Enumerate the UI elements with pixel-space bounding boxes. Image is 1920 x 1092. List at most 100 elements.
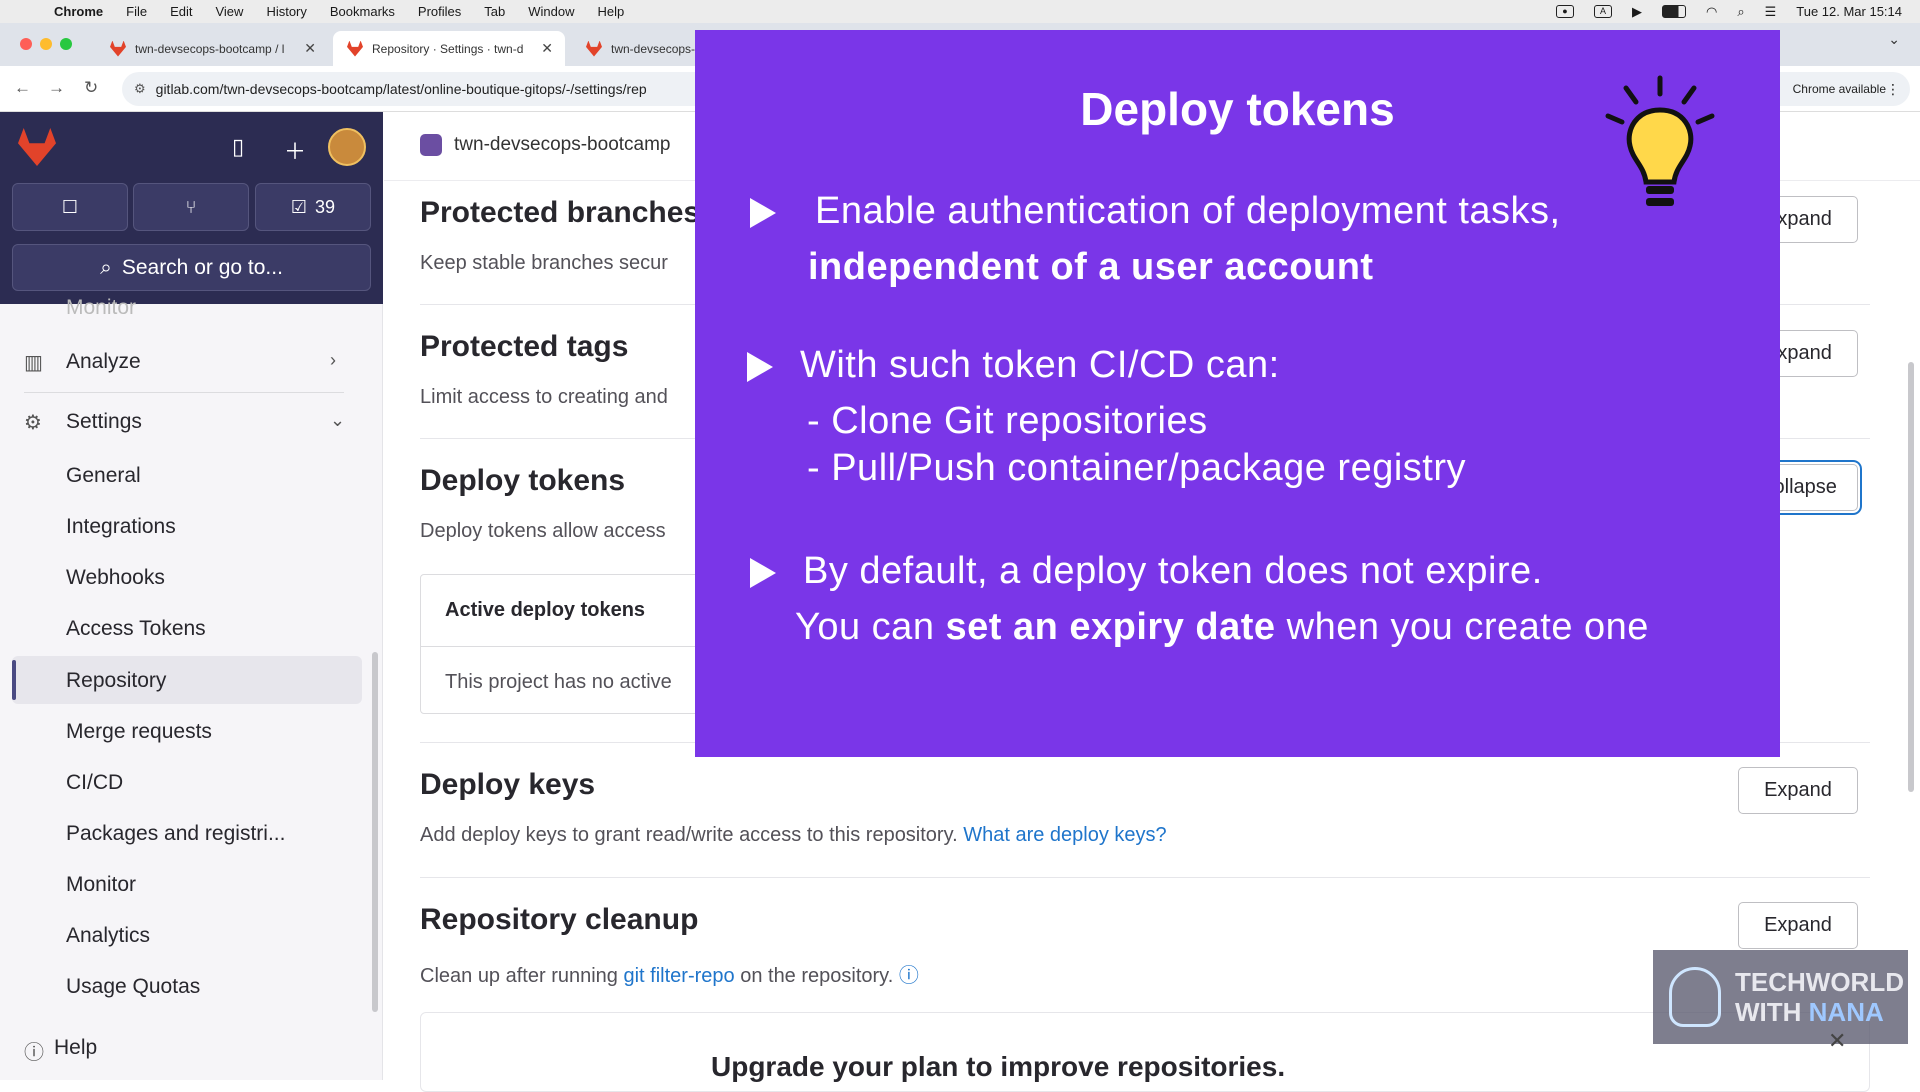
sidebar-item-merge-requests[interactable]: Merge requests bbox=[66, 720, 212, 744]
sidebar-item-webhooks[interactable]: Webhooks bbox=[66, 566, 165, 590]
gitlab-favicon-icon bbox=[586, 40, 602, 57]
desc-text: on the repository. bbox=[740, 965, 894, 987]
section-title-deploy-tokens: Deploy tokens bbox=[420, 464, 626, 497]
menu-help[interactable]: Help bbox=[598, 4, 625, 19]
merge-requests-button[interactable]: ⑂ bbox=[133, 183, 249, 231]
control-center-icon[interactable]: ☰ bbox=[1765, 4, 1777, 20]
sidebar-item-usage-quotas[interactable]: Usage Quotas bbox=[66, 975, 200, 999]
breadcrumb[interactable]: twn-devsecops-bootcamp bbox=[420, 134, 671, 156]
screen-record-icon[interactable]: ● bbox=[1555, 5, 1574, 18]
close-tab-icon[interactable]: ✕ bbox=[541, 40, 553, 57]
todos-button[interactable]: ☑ 39 bbox=[255, 183, 371, 231]
sidebar-item-monitor-faded: Monitor bbox=[66, 296, 137, 319]
menu-bookmarks[interactable]: Bookmarks bbox=[330, 4, 395, 19]
watermark-with: WITH bbox=[1735, 997, 1802, 1027]
bullet-triangle-icon bbox=[747, 352, 773, 382]
bullet-2-line-1: With such token CI/CD can: bbox=[800, 344, 1280, 386]
chrome-menu-icon[interactable]: ⋮ bbox=[1886, 81, 1900, 98]
chart-icon: ▥ bbox=[24, 352, 43, 374]
text-fragment: You can bbox=[795, 606, 935, 648]
git-filter-repo-link[interactable]: git filter-repo bbox=[623, 965, 734, 987]
macos-menubar: Chrome File Edit View History Bookmarks … bbox=[0, 0, 1920, 23]
menu-tab[interactable]: Tab bbox=[484, 4, 505, 19]
tab-title: Repository · Settings · twn-d bbox=[372, 41, 524, 56]
section-desc: Deploy tokens allow access bbox=[420, 520, 666, 542]
upgrade-title: Upgrade your plan to improve repositorie… bbox=[711, 1051, 1286, 1082]
expand-repository-cleanup-button[interactable]: Expand bbox=[1738, 902, 1858, 949]
zoom-window-button[interactable] bbox=[60, 38, 72, 50]
issues-icon: ☐ bbox=[61, 196, 79, 217]
techworld-with-nana-watermark: TECHWORLD WITH NANA bbox=[1653, 950, 1908, 1044]
chrome-update-label[interactable]: Chrome available bbox=[1793, 82, 1886, 96]
forward-arrow-icon[interactable]: → bbox=[48, 78, 65, 98]
menu-app-chrome[interactable]: Chrome bbox=[54, 4, 103, 19]
sidebar-item-access-tokens[interactable]: Access Tokens bbox=[66, 617, 206, 641]
play-icon[interactable]: ▶ bbox=[1632, 4, 1642, 20]
sidebar-item-repository[interactable]: Repository bbox=[66, 669, 166, 693]
browser-tab-active[interactable]: Repository · Settings · twn-d ✕ bbox=[333, 31, 565, 66]
menu-view[interactable]: View bbox=[215, 4, 243, 19]
menu-file[interactable]: File bbox=[126, 4, 147, 19]
sidebar-item-label: Help bbox=[54, 1036, 98, 1059]
menu-profiles[interactable]: Profiles bbox=[418, 4, 461, 19]
battery-icon[interactable] bbox=[1661, 5, 1686, 18]
sidebar-help[interactable]: ⓘ Help bbox=[0, 1036, 383, 1076]
bullet-2-item-2: - Pull/Push container/package registry bbox=[807, 447, 1466, 489]
sidebar-item-settings[interactable]: ⚙ Settings ⌄ bbox=[0, 410, 383, 450]
main-scrollbar[interactable] bbox=[1908, 362, 1914, 792]
browser-tab[interactable]: twn-devsecops-bootcamp / l ✕ bbox=[96, 31, 328, 66]
close-tab-icon[interactable]: ✕ bbox=[304, 40, 316, 57]
wifi-icon[interactable]: ◠ bbox=[1706, 4, 1717, 20]
tutorial-overlay: Deploy tokens Enable authentication of d… bbox=[695, 30, 1780, 757]
tab-title: twn-devsecops-bootcamp / l bbox=[135, 41, 285, 56]
what-are-deploy-keys-link[interactable]: What are deploy keys? bbox=[963, 824, 1166, 846]
spotlight-icon[interactable]: ⌕ bbox=[1737, 4, 1744, 20]
tab-title: twn-devsecops- bbox=[611, 41, 696, 56]
sidebar-item-integrations[interactable]: Integrations bbox=[66, 515, 176, 539]
section-title-protected-branches: Protected branches bbox=[420, 196, 701, 229]
gitlab-logo-icon[interactable] bbox=[18, 128, 56, 166]
bullet-2-item-1: - Clone Git repositories bbox=[807, 400, 1208, 442]
minimize-window-button[interactable] bbox=[40, 38, 52, 50]
desc-text: Clean up after running bbox=[420, 965, 618, 987]
gitlab-sidebar: ▯ ＋ ☐ ⑂ ☑ 39 ⌕ Search or go to... Monitor … bbox=[0, 112, 383, 1080]
create-new-icon[interactable]: ＋ bbox=[284, 134, 306, 166]
sidebar-item-cicd[interactable]: CI/CD bbox=[66, 771, 123, 795]
section-title-protected-tags: Protected tags bbox=[420, 330, 629, 363]
sidebar-item-general[interactable]: General bbox=[66, 464, 141, 488]
desc-text: Add deploy keys to grant read/write acce… bbox=[420, 824, 958, 846]
search-icon: ⌕ bbox=[100, 255, 112, 279]
active-item-highlight bbox=[12, 656, 362, 704]
search-button[interactable]: ⌕ Search or go to... bbox=[12, 244, 371, 291]
sidebar-item-monitor[interactable]: Monitor bbox=[66, 873, 136, 897]
toggle-sidebar-icon[interactable]: ▯ bbox=[232, 134, 244, 160]
back-arrow-icon[interactable]: ← bbox=[14, 78, 31, 98]
menu-edit[interactable]: Edit bbox=[170, 4, 192, 19]
sidebar-item-analyze[interactable]: ▥ Analyze › bbox=[0, 350, 383, 390]
card-body: This project has no active bbox=[445, 671, 672, 693]
sidebar-item-analytics[interactable]: Analytics bbox=[66, 924, 150, 948]
expand-deploy-keys-button[interactable]: Expand bbox=[1738, 767, 1858, 814]
avatar[interactable] bbox=[328, 128, 366, 166]
close-window-button[interactable] bbox=[20, 38, 32, 50]
bullet-triangle-icon bbox=[750, 198, 776, 228]
menu-history[interactable]: History bbox=[266, 4, 306, 19]
issues-button[interactable]: ☐ bbox=[12, 183, 128, 231]
sidebar-scrollbar[interactable] bbox=[372, 652, 378, 1012]
site-settings-icon[interactable]: ⚙ bbox=[134, 81, 146, 97]
sidebar-item-packages[interactable]: Packages and registri... bbox=[66, 822, 285, 846]
tab-search-chevron-icon[interactable]: ⌄ bbox=[1888, 31, 1900, 48]
reload-icon[interactable]: ↻ bbox=[84, 78, 98, 98]
close-icon[interactable]: ✕ bbox=[1828, 1028, 1846, 1054]
card-title: Active deploy tokens bbox=[445, 599, 646, 621]
section-title-deploy-keys: Deploy keys bbox=[420, 768, 596, 801]
help-circle-icon[interactable]: ⓘ bbox=[899, 965, 919, 987]
input-source-icon[interactable]: A bbox=[1593, 5, 1612, 18]
bullet-3-line-2: You can set an expiry date when you crea… bbox=[795, 606, 1649, 649]
text-fragment: when you create one bbox=[1286, 606, 1649, 648]
merge-request-icon: ⑂ bbox=[185, 196, 197, 217]
menu-window[interactable]: Window bbox=[528, 4, 574, 19]
group-avatar-icon bbox=[420, 134, 442, 156]
watermark-line-1: TECHWORLD bbox=[1735, 967, 1904, 997]
menubar-datetime[interactable]: Tue 12. Mar 15:14 bbox=[1796, 4, 1902, 19]
